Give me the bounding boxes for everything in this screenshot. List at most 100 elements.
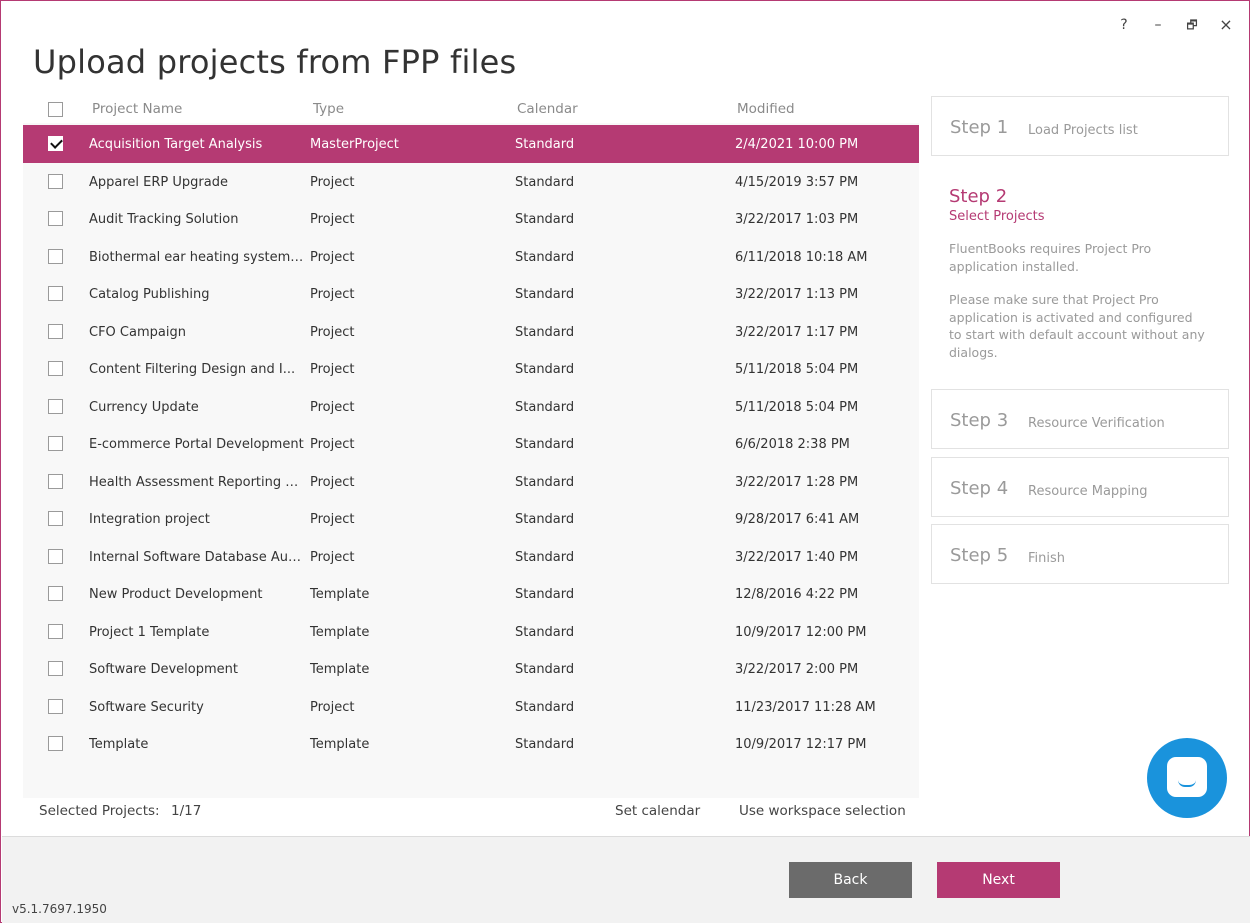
project-name-cell: Health Assessment Reporting T...: [89, 474, 304, 490]
table-body: Acquisition Target Analysis MasterProject…: [23, 125, 919, 763]
step-1-number: Step 1: [950, 117, 1009, 138]
table-row[interactable]: Acquisition Target Analysis MasterProject…: [23, 125, 919, 163]
type-cell: Project: [310, 549, 355, 565]
table-row[interactable]: Catalog Publishing Project Standard 3/22/20…: [23, 275, 919, 313]
type-cell: MasterProject: [310, 137, 399, 152]
table-row[interactable]: Software Security Project Standard 11/23/20…: [23, 688, 919, 726]
step-3[interactable]: Step 3 Resource Verification: [931, 389, 1229, 449]
window-controls: ? – 🗗 ×: [1117, 15, 1233, 35]
type-cell: Project: [310, 437, 355, 452]
table-row[interactable]: Currency Update Project Standard 5/11/2018 …: [23, 388, 919, 426]
modified-cell: 6/11/2018 10:18 AM: [735, 249, 868, 265]
row-checkbox[interactable]: [48, 136, 63, 155]
project-name-cell: New Product Development: [89, 587, 263, 602]
calendar-cell: Standard: [515, 699, 575, 715]
version-label: v5.1.7697.1950: [12, 902, 107, 916]
modified-cell: 3/22/2017 2:00 PM: [735, 662, 859, 677]
row-checkbox[interactable]: [48, 286, 63, 305]
table-row[interactable]: Audit Tracking Solution Project Standard 3/…: [23, 200, 919, 238]
step-4-label: Resource Mapping: [1028, 484, 1148, 499]
row-checkbox[interactable]: [48, 623, 63, 643]
type-cell: Template: [310, 624, 370, 640]
table-row[interactable]: Apparel ERP Upgrade Project Standard 4/15/2…: [23, 163, 919, 201]
table-row[interactable]: E-commerce Portal Development Project Stan…: [23, 425, 919, 463]
table-row[interactable]: Project 1 Template Template Standard 10/9/2…: [23, 613, 919, 651]
table-row[interactable]: Template Template Standard 10/9/2017 12:17 …: [23, 725, 919, 763]
chat-icon: [1167, 757, 1207, 797]
header-calendar[interactable]: Calendar: [517, 101, 578, 117]
calendar-cell: Standard: [515, 249, 575, 265]
calendar-cell: Standard: [515, 549, 575, 565]
modified-cell: 3/22/2017 1:40 PM: [735, 549, 859, 565]
type-cell: Project: [310, 512, 355, 527]
project-name-cell: Biothermal ear heating system ...: [89, 249, 304, 265]
step-4[interactable]: Step 4 Resource Mapping: [931, 457, 1229, 517]
next-button[interactable]: Next: [937, 862, 1060, 898]
modified-cell: 5/11/2018 5:04 PM: [735, 399, 859, 415]
chat-button[interactable]: [1147, 738, 1227, 818]
row-checkbox[interactable]: [48, 248, 63, 268]
row-checkbox[interactable]: [48, 736, 63, 755]
table-row[interactable]: Internal Software Database Audit Project S…: [23, 538, 919, 576]
row-checkbox[interactable]: [48, 511, 63, 530]
modified-cell: 9/28/2017 6:41 AM: [735, 512, 860, 527]
select-all-checkbox[interactable]: [48, 102, 63, 121]
calendar-cell: Standard: [515, 362, 575, 377]
selected-projects-label: Selected Projects:: [39, 803, 160, 819]
calendar-cell: Standard: [515, 174, 575, 190]
row-checkbox[interactable]: [48, 661, 63, 680]
step-1[interactable]: Step 1 Load Projects list: [931, 96, 1229, 156]
set-calendar-link[interactable]: Set calendar: [615, 803, 700, 819]
calendar-cell: Standard: [515, 399, 575, 415]
row-checkbox[interactable]: [48, 436, 63, 455]
modified-cell: 4/15/2019 3:57 PM: [735, 174, 859, 190]
minimize-icon[interactable]: –: [1151, 15, 1165, 35]
row-checkbox[interactable]: [48, 323, 63, 343]
type-cell: Project: [310, 474, 355, 490]
project-name-cell: Internal Software Database Audit: [89, 549, 304, 565]
table-row[interactable]: Software Development Template Standard 3/22…: [23, 650, 919, 688]
row-checkbox[interactable]: [48, 698, 63, 718]
header-modified[interactable]: Modified: [737, 101, 795, 117]
calendar-cell: Standard: [515, 437, 575, 452]
back-button[interactable]: Back: [789, 862, 912, 898]
step-1-label: Load Projects list: [1028, 123, 1138, 138]
row-checkbox[interactable]: [48, 361, 63, 380]
row-checkbox[interactable]: [48, 211, 63, 230]
type-cell: Project: [310, 699, 355, 715]
step-5[interactable]: Step 5 Finish: [931, 524, 1229, 584]
table-footer: Selected Projects: 1/17 Set calendar Use…: [23, 801, 919, 831]
calendar-cell: Standard: [515, 324, 575, 340]
app-window: ? – 🗗 × Upload projects from FPP files P…: [0, 0, 1250, 923]
modified-cell: 3/22/2017 1:13 PM: [735, 287, 859, 302]
type-cell: Template: [310, 587, 370, 602]
step-2-description-1: FluentBooks requires Project Pro applica…: [949, 241, 1152, 274]
modified-cell: 10/9/2017 12:17 PM: [735, 737, 867, 752]
table-row[interactable]: Biothermal ear heating system ... Project…: [23, 238, 919, 276]
table-row[interactable]: Content Filtering Design and I... Project…: [23, 350, 919, 388]
table-row[interactable]: Health Assessment Reporting T... Project S…: [23, 463, 919, 501]
row-checkbox[interactable]: [48, 473, 63, 493]
project-name-cell: CFO Campaign: [89, 324, 186, 340]
header-type[interactable]: Type: [313, 101, 344, 117]
table-row[interactable]: New Product Development Template Standard 1…: [23, 575, 919, 613]
row-checkbox[interactable]: [48, 548, 63, 568]
restore-icon[interactable]: 🗗: [1185, 15, 1199, 35]
use-workspace-selection-link[interactable]: Use workspace selection: [739, 803, 906, 819]
header-project-name[interactable]: Project Name: [92, 101, 182, 117]
page-title: Upload projects from FPP files: [33, 43, 517, 81]
table-row[interactable]: Integration project Project Standard 9/28/2…: [23, 500, 919, 538]
project-name-cell: Integration project: [89, 512, 210, 527]
row-checkbox[interactable]: [48, 586, 63, 605]
row-checkbox[interactable]: [48, 398, 63, 418]
close-icon[interactable]: ×: [1219, 15, 1233, 35]
modified-cell: 6/6/2018 2:38 PM: [735, 437, 850, 452]
help-icon[interactable]: ?: [1117, 15, 1131, 35]
calendar-cell: Standard: [515, 737, 575, 752]
bottom-bar: Back Next v5.1.7697.1950: [2, 836, 1250, 923]
project-name-cell: Software Development: [89, 662, 238, 677]
table-row[interactable]: CFO Campaign Project Standard 3/22/2017 1:1…: [23, 313, 919, 351]
type-cell: Template: [310, 662, 370, 677]
project-name-cell: Apparel ERP Upgrade: [89, 174, 228, 190]
row-checkbox[interactable]: [48, 173, 63, 193]
